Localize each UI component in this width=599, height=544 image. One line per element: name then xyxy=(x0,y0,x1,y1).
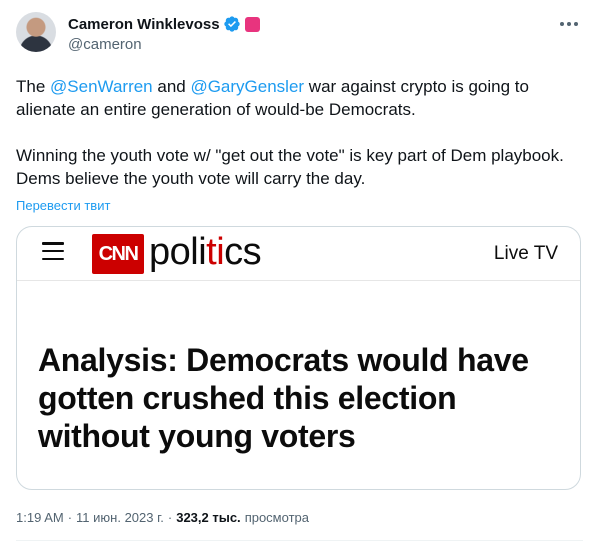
tweet-text-segment: and xyxy=(152,77,191,96)
meta-separator: · xyxy=(167,510,173,525)
cnn-logo: CNN xyxy=(92,234,144,274)
hamburger-menu-icon xyxy=(42,242,64,260)
avatar[interactable] xyxy=(16,12,56,52)
tweet-meta: 1:19 AM · 11 июн. 2023 г. · 323,2 тыс. п… xyxy=(16,510,309,525)
author-name-row: Cameron Winklevoss xyxy=(68,14,260,34)
tweet-text: The @SenWarren and @GaryGensler war agai… xyxy=(16,75,586,190)
section-title-part: cs xyxy=(224,231,262,273)
divider xyxy=(16,540,583,541)
article-headline: Analysis: Democrats would have gotten cr… xyxy=(38,342,529,454)
tweet-text-segment: The xyxy=(16,77,51,96)
section-title-part: poli xyxy=(149,231,207,273)
meta-separator: · xyxy=(67,510,73,525)
cnn-logo-text: CNN xyxy=(98,242,139,265)
tweet-paragraph-1: The @SenWarren and @GaryGensler war agai… xyxy=(16,75,586,121)
tweet-header: Cameron Winklevoss @cameron xyxy=(16,12,583,56)
mention-senwarren-link[interactable]: @SenWarren xyxy=(50,77,153,96)
tweet-time[interactable]: 1:19 AM xyxy=(16,510,64,525)
section-title: politics xyxy=(149,231,262,274)
link-preview-card[interactable]: CNN politics Live TV Analysis: Democrats… xyxy=(16,226,581,490)
mention-garygensler-link[interactable]: @GaryGensler xyxy=(190,77,304,96)
author-display-name[interactable]: Cameron Winklevoss xyxy=(68,16,220,33)
cnn-header-bar: CNN politics Live TV xyxy=(17,227,580,281)
more-options-icon[interactable] xyxy=(557,16,581,32)
translate-tweet-link[interactable]: Перевести твит xyxy=(16,198,110,213)
live-tv-label: Live TV xyxy=(493,243,558,264)
tweet-paragraph-2: Winning the youth vote w/ "get out the v… xyxy=(16,146,564,188)
views-count: 323,2 тыс. xyxy=(176,510,241,525)
tweet-date[interactable]: 11 июн. 2023 г. xyxy=(76,510,164,525)
section-title-accent: ti xyxy=(206,231,225,273)
author-handle[interactable]: @cameron xyxy=(68,36,142,53)
affiliation-badge-icon xyxy=(244,16,260,32)
verified-badge-icon xyxy=(223,16,240,32)
views-label: просмотра xyxy=(244,510,309,525)
